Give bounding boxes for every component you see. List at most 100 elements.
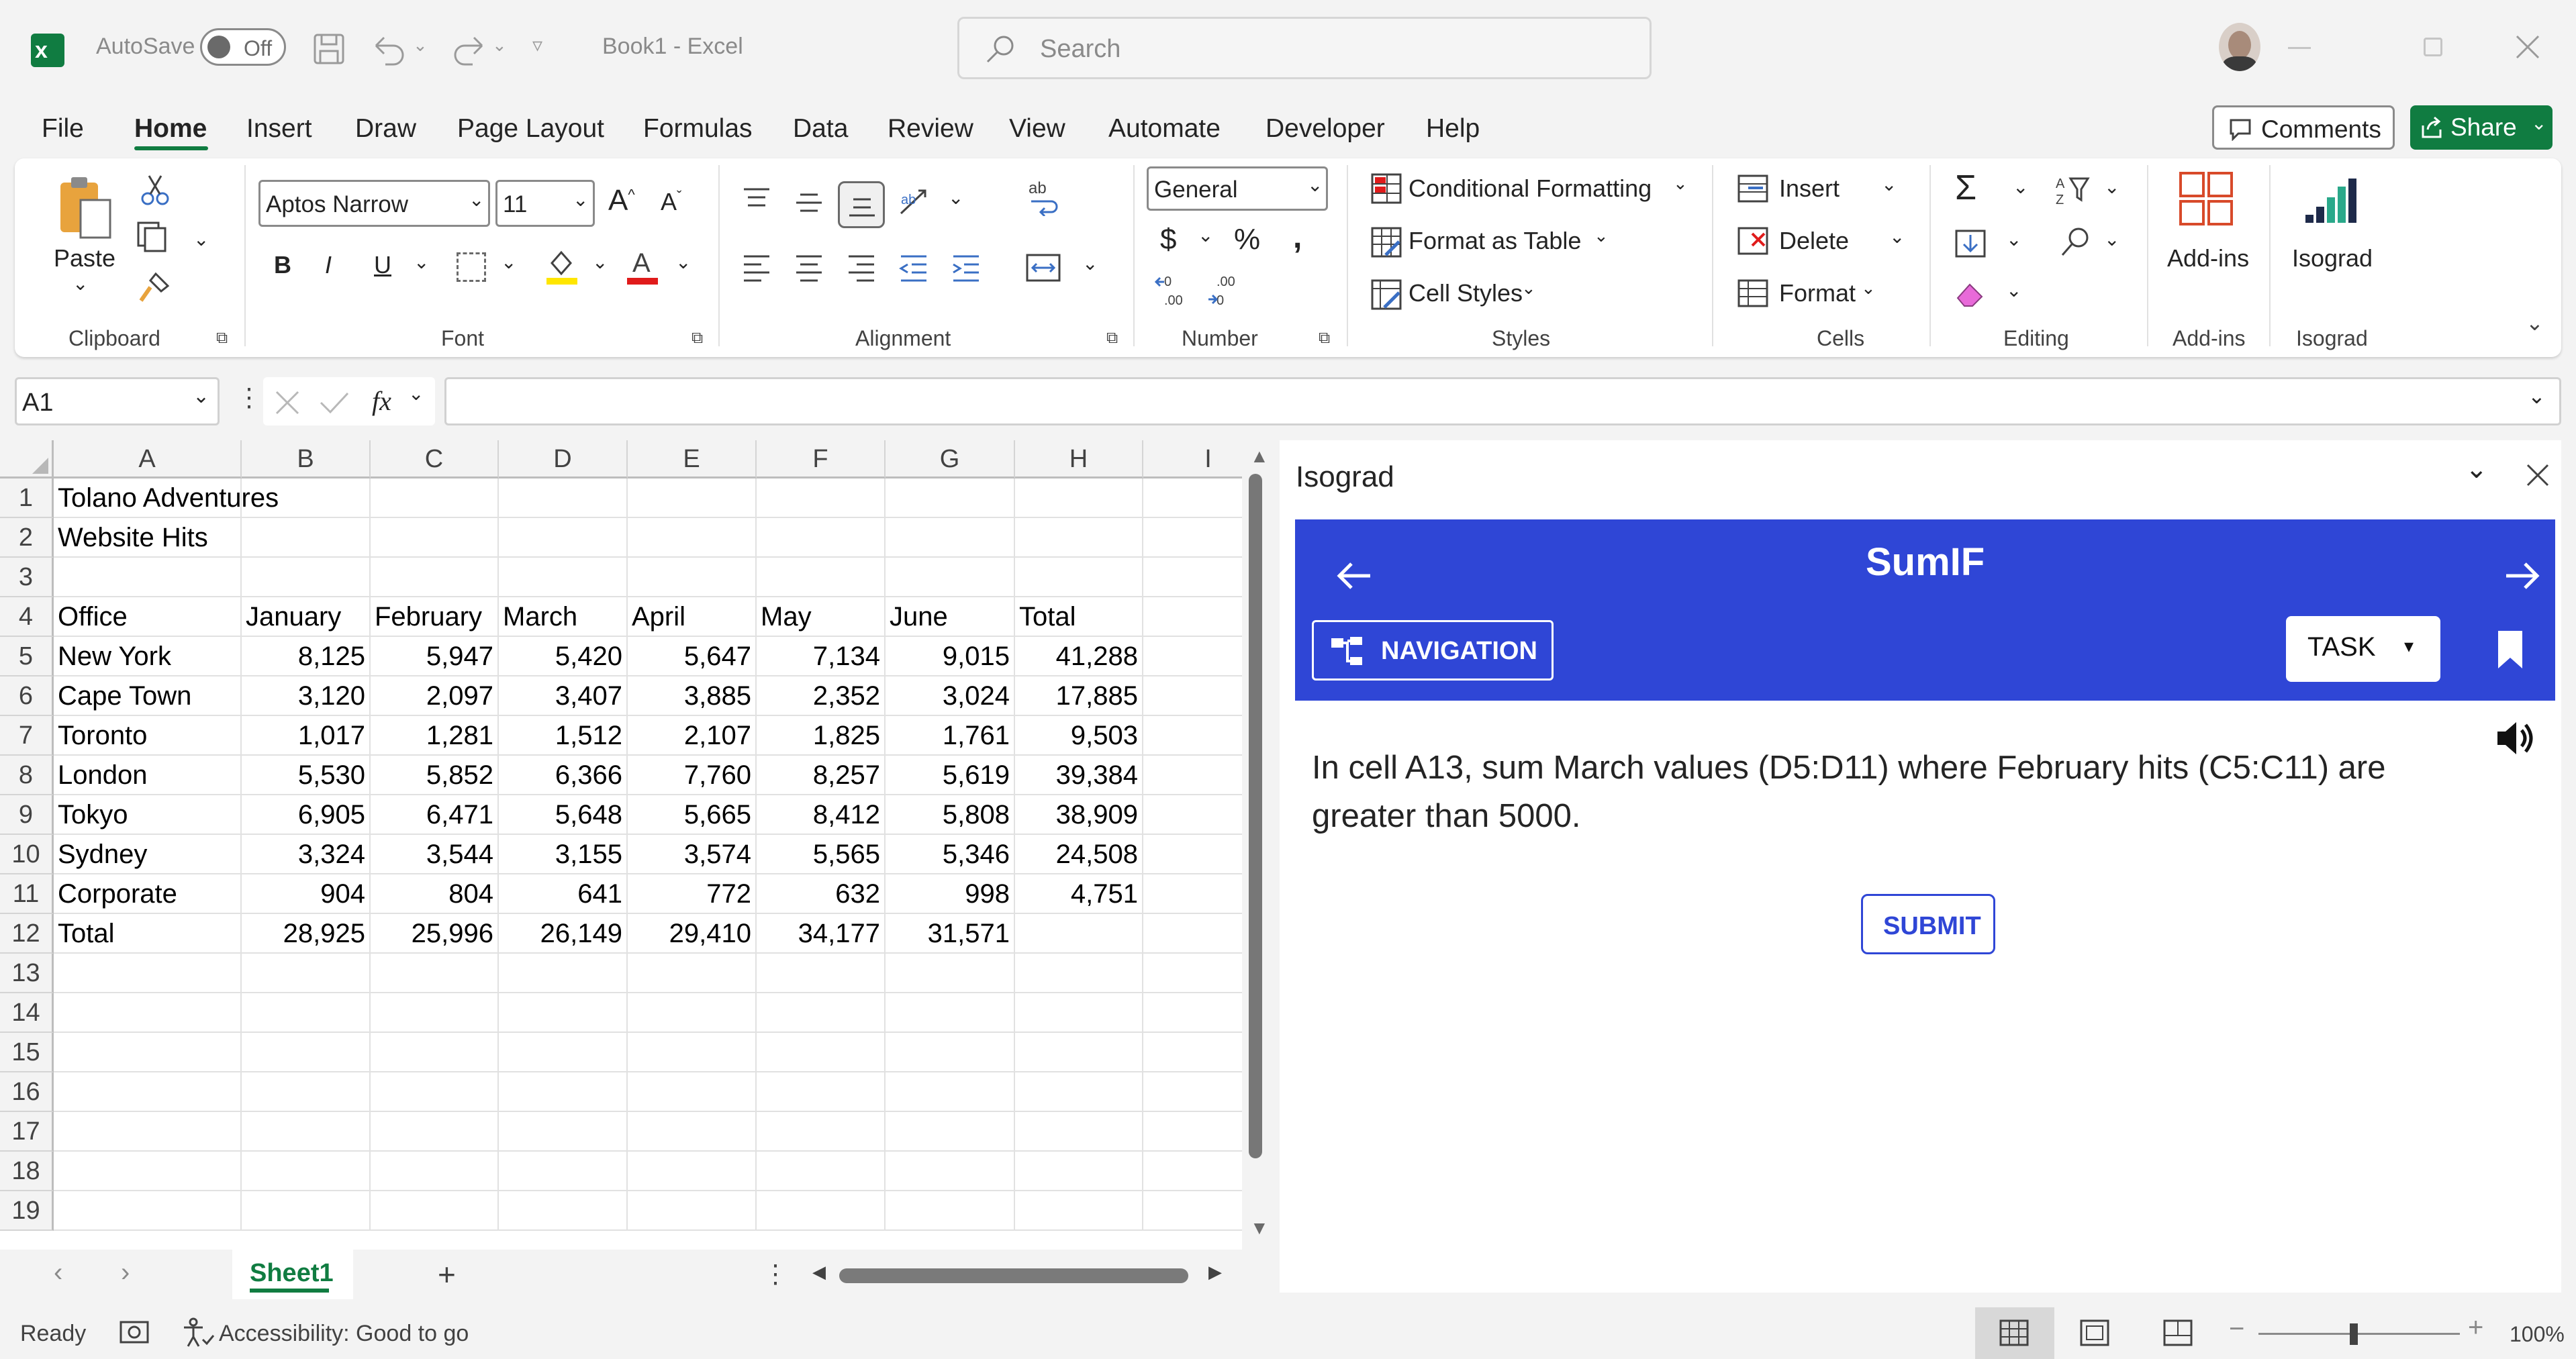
grid-cell[interactable]: 8,257 xyxy=(757,756,886,795)
conditional-formatting-dropdown-icon[interactable]: ⌄ xyxy=(1673,173,1688,194)
grid-cell[interactable] xyxy=(371,518,499,558)
clear-icon[interactable] xyxy=(1954,278,1987,309)
align-left-icon[interactable] xyxy=(741,252,772,283)
grid-cell[interactable]: 5,648 xyxy=(499,795,628,835)
grid-cell[interactable]: 24,508 xyxy=(1015,835,1143,874)
grid-cell[interactable] xyxy=(54,558,242,597)
grid-cell[interactable] xyxy=(242,1072,371,1112)
undo-dropdown-icon[interactable]: ⌄ xyxy=(413,35,428,56)
grid-cell[interactable] xyxy=(499,954,628,993)
more-options-icon[interactable]: ⋮ xyxy=(236,383,262,413)
submit-button[interactable]: SUBMIT xyxy=(1861,894,1995,954)
top-align-icon[interactable] xyxy=(741,187,772,213)
menu-data[interactable]: Data xyxy=(793,114,848,144)
grid-cell[interactable]: 1,281 xyxy=(371,716,499,756)
currency-icon[interactable]: $ xyxy=(1160,223,1176,256)
underline-icon[interactable]: U xyxy=(374,251,391,279)
underline-dropdown-icon[interactable]: ⌄ xyxy=(414,251,429,273)
grid-cell[interactable] xyxy=(1015,1152,1143,1191)
grid-cell[interactable] xyxy=(54,993,242,1033)
alignment-launcher-icon[interactable]: ⧉ xyxy=(1106,329,1118,348)
font-launcher-icon[interactable]: ⧉ xyxy=(691,329,703,348)
row-header[interactable]: 9 xyxy=(0,795,54,835)
format-as-table-icon[interactable] xyxy=(1370,225,1403,259)
fill-icon[interactable] xyxy=(1954,228,1987,259)
grid-cell[interactable]: Total xyxy=(54,914,242,954)
grid-cell[interactable]: 39,384 xyxy=(1015,756,1143,795)
grid-cell[interactable]: 9,015 xyxy=(886,637,1015,676)
grid-cell[interactable] xyxy=(242,479,371,518)
grid-cell[interactable]: 3,155 xyxy=(499,835,628,874)
grid-cell[interactable]: 641 xyxy=(499,874,628,914)
grid-cell[interactable] xyxy=(1015,518,1143,558)
grid-cell[interactable] xyxy=(1015,558,1143,597)
merge-center-icon[interactable] xyxy=(1024,252,1062,283)
expand-formula-icon[interactable]: ⌄ xyxy=(2528,383,2546,409)
grid-cell[interactable]: 2,107 xyxy=(628,716,757,756)
customize-toolbar-icon[interactable]: ▿ xyxy=(532,34,542,57)
conditional-formatting-button[interactable]: Conditional Formatting xyxy=(1409,174,1652,203)
grid-cell[interactable]: 6,905 xyxy=(242,795,371,835)
normal-view-button[interactable] xyxy=(1975,1307,2054,1359)
grid-cell[interactable] xyxy=(242,1152,371,1191)
grid-cell[interactable] xyxy=(886,993,1015,1033)
grid-cell[interactable] xyxy=(371,993,499,1033)
row-header[interactable]: 12 xyxy=(0,914,54,954)
row-header[interactable]: 16 xyxy=(0,1072,54,1112)
insert-dropdown-icon[interactable]: ⌄ xyxy=(1881,173,1897,195)
currency-dropdown-icon[interactable]: ⌄ xyxy=(1198,224,1213,246)
comments-button[interactable]: Comments xyxy=(2212,105,2395,150)
grid-cell[interactable]: 17,885 xyxy=(1015,676,1143,716)
cell-styles-icon[interactable] xyxy=(1370,278,1403,311)
menu-insert[interactable]: Insert xyxy=(246,114,312,144)
grid-cell[interactable]: 3,574 xyxy=(628,835,757,874)
percent-icon[interactable]: % xyxy=(1234,223,1260,256)
grid-cell[interactable]: 1,761 xyxy=(886,716,1015,756)
number-format-dropdown[interactable]: General ⌄ xyxy=(1147,166,1328,211)
name-box[interactable]: A1 ⌄ xyxy=(15,377,220,425)
zoom-out-icon[interactable]: − xyxy=(2229,1314,2244,1344)
user-avatar[interactable] xyxy=(2219,23,2260,71)
format-as-table-button[interactable]: Format as Table xyxy=(1409,227,1581,255)
vertical-scroll-thumb[interactable] xyxy=(1249,474,1262,1158)
grid-cell[interactable]: 38,909 xyxy=(1015,795,1143,835)
grid-cell[interactable]: April xyxy=(628,597,757,637)
zoom-slider[interactable] xyxy=(2258,1333,2460,1335)
cut-icon[interactable] xyxy=(138,173,172,207)
increase-decimal-icon[interactable]: 0.00 xyxy=(1155,271,1192,309)
grid-cell[interactable]: 5,346 xyxy=(886,835,1015,874)
grid-cell[interactable]: London xyxy=(54,756,242,795)
clipboard-launcher-icon[interactable]: ⧉ xyxy=(216,329,228,348)
macro-record-icon[interactable] xyxy=(120,1319,149,1346)
grid-cell[interactable] xyxy=(757,1112,886,1152)
align-center-icon[interactable] xyxy=(794,252,824,283)
grid-cell[interactable]: 3,544 xyxy=(371,835,499,874)
grid-cell[interactable] xyxy=(628,1072,757,1112)
scroll-left-icon[interactable]: ◀ xyxy=(812,1262,826,1282)
row-header[interactable]: 4 xyxy=(0,597,54,637)
audio-icon[interactable] xyxy=(2495,718,2538,758)
insert-cells-icon[interactable] xyxy=(1736,173,1770,204)
sort-filter-dropdown-icon[interactable]: ⌄ xyxy=(2104,176,2119,198)
grid-cell[interactable] xyxy=(54,1152,242,1191)
increase-font-size-icon[interactable]: A^ xyxy=(608,184,635,217)
page-layout-view-icon[interactable] xyxy=(2080,1319,2109,1346)
grid-cell[interactable] xyxy=(628,1112,757,1152)
row-header[interactable]: 8 xyxy=(0,756,54,795)
grid-cell[interactable]: 3,324 xyxy=(242,835,371,874)
font-name-dropdown[interactable]: Aptos Narrow ⌄ xyxy=(258,180,490,227)
grid-cell[interactable] xyxy=(54,1112,242,1152)
grid-cell[interactable] xyxy=(371,954,499,993)
share-dropdown-icon[interactable]: ⌄ xyxy=(2531,112,2546,134)
redo-dropdown-icon[interactable]: ⌄ xyxy=(492,35,507,56)
grid-cell[interactable]: Total xyxy=(1015,597,1143,637)
grid-cell[interactable] xyxy=(628,558,757,597)
grid-cell[interactable]: 632 xyxy=(757,874,886,914)
grid-cell[interactable] xyxy=(371,1072,499,1112)
grid-cell[interactable] xyxy=(628,1033,757,1072)
grid-cell[interactable]: 5,420 xyxy=(499,637,628,676)
task-dropdown[interactable]: TASK ▾ xyxy=(2286,616,2440,682)
font-size-dropdown[interactable]: 11 ⌄ xyxy=(495,180,595,227)
accessibility-icon[interactable] xyxy=(181,1317,215,1348)
grid-cell[interactable] xyxy=(371,479,499,518)
